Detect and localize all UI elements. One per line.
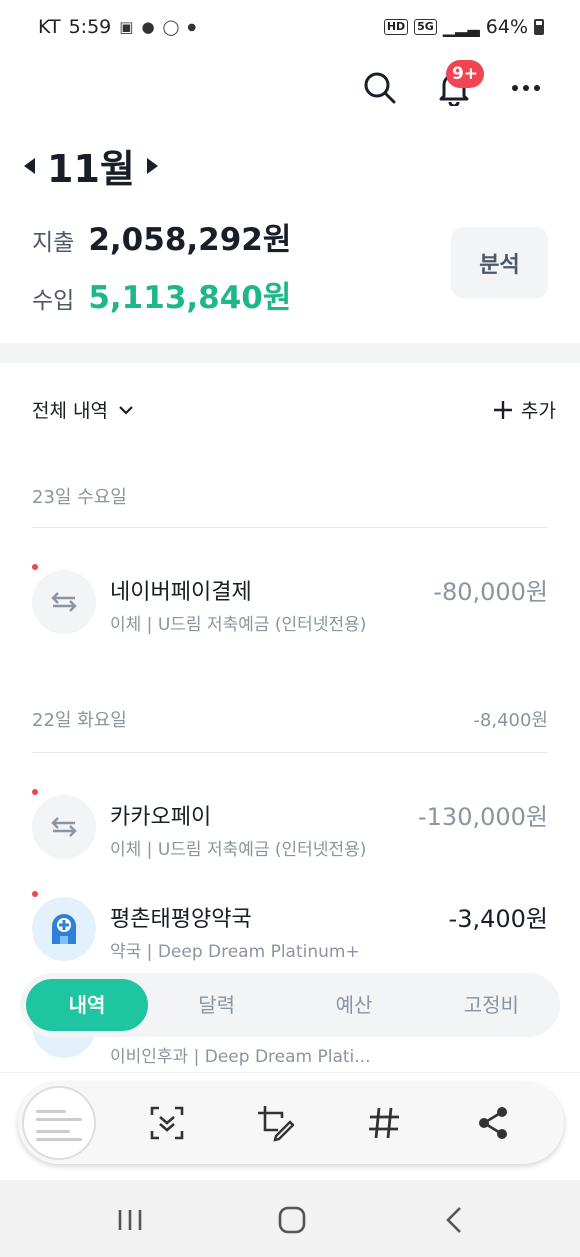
view-tabs: 내역 달력 예산 고정비 [20, 973, 560, 1037]
transaction-amount: -3,400원 [448, 905, 548, 933]
edit-crop-icon[interactable] [255, 1103, 295, 1143]
analysis-button[interactable]: 분석 [451, 227, 548, 298]
income-value: 5,113,840원 [88, 280, 292, 316]
plus-icon [494, 400, 513, 419]
transaction-name: 네이버페이결제 [110, 580, 252, 605]
transaction-row[interactable]: 네이버페이결제 이체 | U드림 저축예금 (인터넷전용) -80,000원 [32, 564, 548, 635]
notification-badge: 9+ [446, 60, 484, 88]
transfer-icon [32, 570, 96, 634]
tab-fixed-expense[interactable]: 고정비 [423, 979, 560, 1031]
unread-dot [32, 789, 38, 795]
filter-dropdown[interactable]: 전체 내역 [32, 396, 134, 423]
expense-label: 지출 [32, 230, 75, 256]
transaction-detail: 약국 | Deep Dream Platinum+ [110, 942, 360, 962]
back-icon[interactable] [434, 1202, 474, 1238]
gallery-icon: ▣ [119, 18, 134, 36]
transaction-detail: 이비인후과 | Deep Dream Plati... [110, 1047, 371, 1067]
expense-summary: 지출 2,058,292원 [32, 214, 291, 259]
filter-label: 전체 내역 [32, 400, 108, 422]
transaction-name: 카카오페이 [110, 805, 212, 830]
capture-toolbar [18, 1082, 564, 1164]
status-bar: KT 5:59 ▣ ● ◯ ● HD 5G ▁▂▃ 64% [0, 0, 580, 58]
carrier: KT [38, 16, 61, 38]
add-label: 추가 [521, 400, 556, 422]
transaction-detail: 이체 | U드림 저축예금 (인터넷전용) [110, 615, 367, 635]
day-total: -8,400원 [473, 710, 548, 731]
chevron-down-icon [119, 405, 133, 415]
income-summary: 수입 5,113,840원 [32, 272, 291, 317]
battery-level: 64% [485, 16, 528, 38]
more-icon[interactable] [506, 68, 546, 108]
home-icon[interactable] [272, 1202, 312, 1238]
battery-icon [534, 19, 544, 35]
transfer-icon [32, 795, 96, 859]
recent-apps-icon[interactable] [110, 1202, 150, 1238]
system-nav-bar [0, 1180, 580, 1257]
day-header: 23일 수요일 [32, 483, 548, 509]
chat-icon: ◯ [162, 18, 180, 36]
dot-icon: ● [187, 21, 197, 33]
hd-icon: HD [383, 19, 409, 35]
day-header: 22일 화요일 -8,400원 [32, 706, 548, 732]
unread-dot [32, 564, 38, 570]
transaction-amount: -130,000원 [418, 803, 548, 831]
month-selector: 11월 [24, 138, 158, 193]
month-label: 11월 [47, 147, 135, 191]
next-month-icon[interactable] [146, 157, 158, 174]
tab-calendar[interactable]: 달력 [148, 979, 285, 1031]
transaction-row[interactable]: 카카오페이 이체 | U드림 저축예금 (인터넷전용) -130,000원 [32, 789, 548, 860]
income-label: 수입 [32, 288, 75, 314]
signal-icon: ▁▂▃ [442, 17, 480, 37]
scroll-capture-icon[interactable] [147, 1103, 187, 1143]
day-label: 22일 화요일 [32, 710, 127, 731]
hashtag-icon[interactable] [364, 1103, 404, 1143]
section-divider [0, 343, 580, 363]
prev-month-icon[interactable] [24, 157, 35, 174]
tab-budget[interactable]: 예산 [285, 979, 422, 1031]
transaction-amount: -80,000원 [433, 578, 548, 606]
talk-icon: ● [141, 18, 155, 36]
expense-value: 2,058,292원 [88, 222, 292, 258]
pharmacy-icon [32, 897, 96, 961]
tab-history[interactable]: 내역 [26, 979, 148, 1031]
transaction-row[interactable]: 평촌태평양약국 약국 | Deep Dream Platinum+ -3,400… [32, 891, 548, 962]
search-icon[interactable] [360, 68, 400, 108]
day-label: 23일 수요일 [32, 487, 127, 508]
transaction-detail: 이체 | U드림 저축예금 (인터넷전용) [110, 840, 367, 860]
share-icon[interactable] [473, 1103, 513, 1143]
network-icon: 5G [414, 19, 437, 35]
clock: 5:59 [68, 16, 112, 38]
add-button[interactable]: 추가 [493, 396, 556, 423]
transaction-name: 평촌태평양약국 [110, 907, 252, 932]
unread-dot [32, 891, 38, 897]
screenshot-thumbnail[interactable] [22, 1086, 96, 1160]
divider [32, 527, 548, 528]
divider [0, 1072, 580, 1073]
divider [32, 752, 548, 753]
